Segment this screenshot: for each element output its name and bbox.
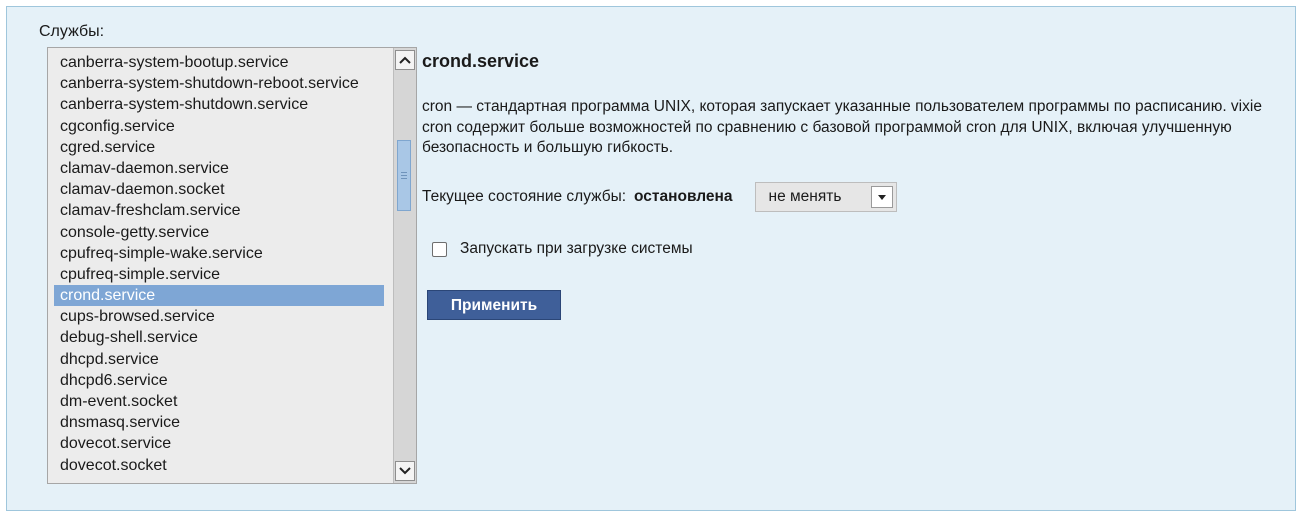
service-title: crond.service (422, 51, 540, 71)
service-state-row: Текущее состояние службы: остановлена не… (422, 182, 897, 212)
select-value: не менять (768, 188, 842, 205)
list-item[interactable]: canberra-system-shutdown.service (54, 94, 384, 115)
list-scrollbar[interactable] (393, 48, 416, 483)
chevron-down-icon (399, 467, 411, 475)
state-label: Текущее состояние службы: (422, 188, 627, 205)
list-item[interactable]: cpufreq-simple-wake.service (54, 243, 384, 264)
service-description: cron — стандартная программа UNIX, котор… (422, 98, 1262, 156)
state-value: остановлена (634, 188, 733, 205)
list-item[interactable]: dhcpd6.service (54, 370, 384, 391)
scroll-down-button[interactable] (395, 461, 415, 481)
list-item[interactable]: debug-shell.service (54, 327, 384, 348)
scroll-thumb[interactable] (397, 140, 411, 211)
list-item[interactable]: cgconfig.service (54, 116, 384, 137)
state-action-select[interactable]: не менять (754, 182, 897, 212)
list-item[interactable]: dm-event.socket (54, 391, 384, 412)
list-item[interactable]: dovecot.service (54, 433, 384, 454)
list-item[interactable]: dovecot.socket (54, 455, 384, 476)
services-list: canberra-system-bootup.service canberra-s… (54, 52, 384, 476)
select-arrow[interactable] (870, 186, 893, 208)
list-item[interactable]: cups-browsed.service (54, 306, 384, 327)
services-label: Службы: (39, 23, 105, 40)
autostart-label[interactable]: Запускать при загрузке системы (460, 240, 693, 258)
list-item[interactable]: dnsmasq.service (54, 412, 384, 433)
chevron-up-icon (399, 56, 411, 64)
list-item[interactable]: cgred.service (54, 137, 384, 158)
list-item[interactable]: console-getty.service (54, 222, 384, 243)
list-item[interactable]: canberra-system-bootup.service (54, 52, 384, 73)
autostart-row[interactable]: Запускать при загрузке системы (432, 240, 693, 258)
list-item[interactable]: cpufreq-simple.service (54, 264, 384, 285)
apply-button[interactable]: Применить (427, 290, 561, 320)
list-item[interactable]: clamav-daemon.socket (54, 179, 384, 200)
grip-icon (401, 175, 407, 176)
list-item[interactable]: canberra-system-shutdown-reboot.service (54, 73, 384, 94)
list-item[interactable]: clamav-daemon.service (54, 158, 384, 179)
caret-down-icon (877, 194, 886, 200)
autostart-checkbox[interactable] (432, 241, 447, 257)
services-panel: Службы: canberra-system-bootup.service ca… (6, 6, 1296, 511)
scroll-up-button[interactable] (395, 50, 415, 70)
list-item[interactable]: clamav-freshclam.service (54, 200, 384, 221)
services-listbox[interactable]: canberra-system-bootup.service canberra-s… (47, 47, 417, 484)
list-item-selected[interactable]: crond.service (54, 285, 384, 307)
list-item[interactable]: dhcpd.service (54, 349, 384, 370)
